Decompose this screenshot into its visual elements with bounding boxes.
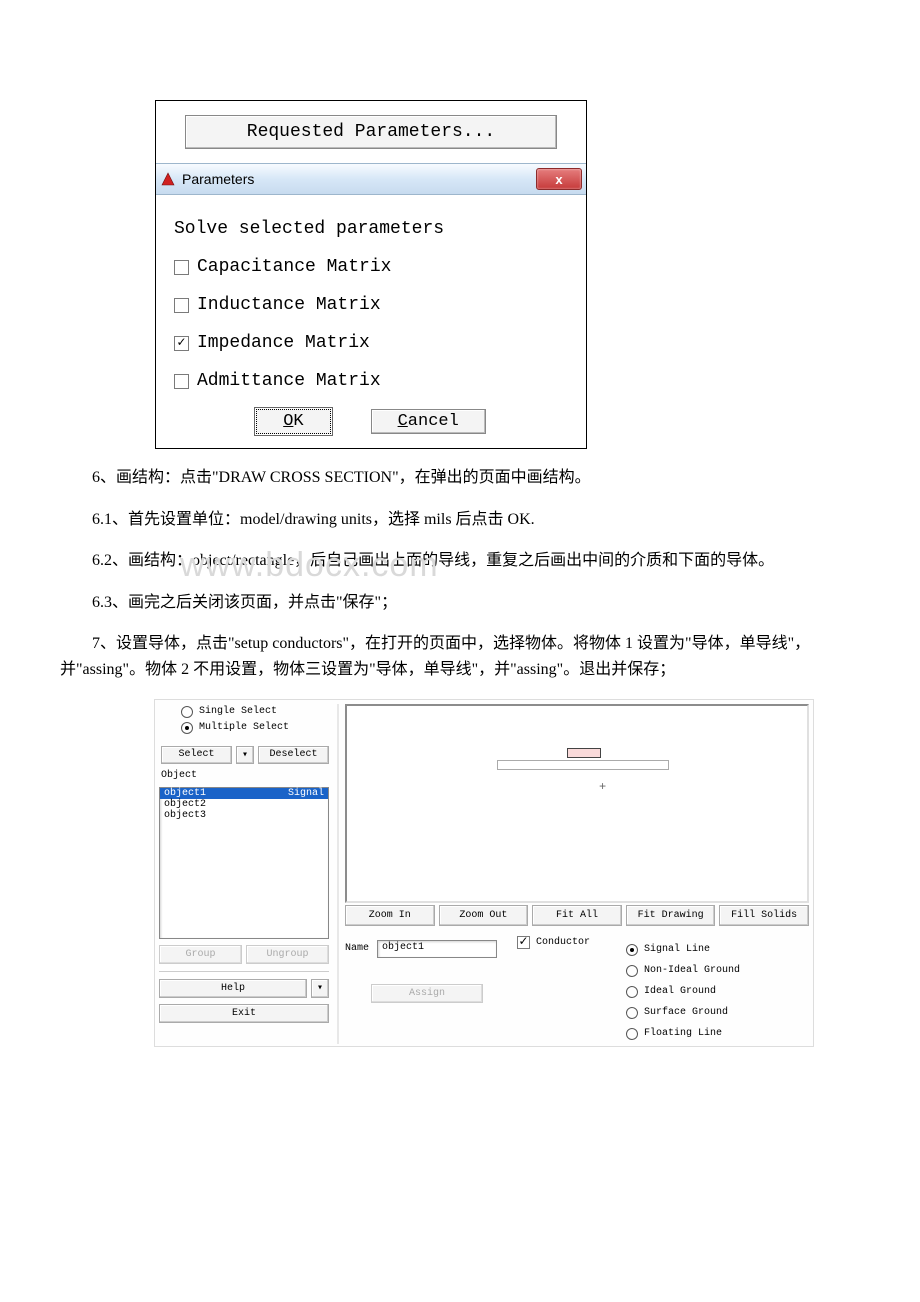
name-label: Name [345,943,369,954]
floating-line-label: Floating Line [644,1028,722,1039]
ok-button[interactable]: OK [256,409,330,434]
requested-parameters-button[interactable]: Requested Parameters... [185,115,557,149]
admittance-label: Admittance Matrix [197,371,381,391]
single-select-label: Single Select [199,706,277,717]
floating-line-radio[interactable] [626,1028,638,1040]
drawing-canvas[interactable]: + [345,704,809,903]
paragraph-6-1: 6.1、首先设置单位：model/drawing units，选择 mils 后… [60,507,860,533]
impedance-checkbox[interactable] [174,336,189,351]
multiple-select-radio[interactable] [181,722,193,734]
list-item[interactable]: object2 [160,799,328,810]
paragraph-6-2: 6.2、画结构：object/rectangle，后自己画出上面的导线，重复之后… [60,548,860,574]
help-button[interactable]: Help [159,979,307,998]
zoom-in-button[interactable]: Zoom In [345,905,435,926]
solve-heading: Solve selected parameters [174,219,568,239]
capacitance-checkbox[interactable] [174,260,189,275]
select-menu-arrow-icon[interactable]: ▾ [236,746,254,764]
single-select-radio[interactable] [181,706,193,718]
exit-button[interactable]: Exit [159,1004,329,1023]
app-icon [160,171,176,187]
inductance-checkbox[interactable] [174,298,189,313]
deselect-button[interactable]: Deselect [258,746,329,764]
close-button[interactable]: x [536,168,582,190]
signal-line-label: Signal Line [644,944,710,955]
impedance-label: Impedance Matrix [197,333,370,353]
paragraph-6: 6、画结构：点击"DRAW CROSS SECTION"，在弹出的页面中画结构。 [60,465,860,491]
multiple-select-label: Multiple Select [199,722,289,733]
signal-line-radio[interactable] [626,944,638,956]
name-input[interactable]: object1 [377,940,497,958]
conductor-checkbox[interactable] [517,936,530,949]
capacitance-label: Capacitance Matrix [197,257,391,277]
close-icon: x [555,172,562,187]
surface-ground-label: Surface Ground [644,1007,728,1018]
fit-all-button[interactable]: Fit All [532,905,622,926]
cancel-button[interactable]: Cancel [371,409,486,434]
inductance-label: Inductance Matrix [197,295,381,315]
list-item[interactable]: object1 Signal [160,788,328,799]
ungroup-button[interactable]: Ungroup [246,945,329,964]
assign-button[interactable]: Assign [371,984,483,1003]
conductor-label: Conductor [536,937,590,948]
list-item[interactable]: object3 [160,810,328,821]
right-panel: + Zoom In Zoom Out Fit All Fit Drawing F… [337,704,809,1044]
admittance-checkbox[interactable] [174,374,189,389]
parameters-dialog: Requested Parameters... Parameters x Sol… [155,100,587,449]
zoom-out-button[interactable]: Zoom Out [439,905,529,926]
left-panel: Single Select Multiple Select Select ▾ D… [159,704,329,1044]
paragraph-7: 7、设置导体，点击"setup conductors"，在打开的页面中，选择物体… [60,631,860,682]
fill-solids-button[interactable]: Fill Solids [719,905,809,926]
object-listbox[interactable]: object1 Signal object2 object3 [159,787,329,939]
group-button[interactable]: Group [159,945,242,964]
non-ideal-ground-label: Non-Ideal Ground [644,965,740,976]
paragraph-6-3: 6.3、画完之后关闭该页面，并点击"保存"； [60,590,860,616]
select-button[interactable]: Select [161,746,232,764]
dialog-titlebar: Parameters x [156,163,586,195]
fit-drawing-button[interactable]: Fit Drawing [626,905,716,926]
ideal-ground-radio[interactable] [626,986,638,998]
canvas-object2[interactable] [497,760,669,770]
surface-ground-radio[interactable] [626,1007,638,1019]
non-ideal-ground-radio[interactable] [626,965,638,977]
canvas-origin-marker-icon: + [599,780,606,794]
help-menu-arrow-icon[interactable]: ▾ [311,979,329,998]
setup-conductors-window: Single Select Multiple Select Select ▾ D… [154,699,814,1047]
dialog-title: Parameters [182,171,254,187]
divider [159,971,329,972]
object-label: Object [159,770,329,781]
ideal-ground-label: Ideal Ground [644,986,716,997]
canvas-object1[interactable] [567,748,601,758]
